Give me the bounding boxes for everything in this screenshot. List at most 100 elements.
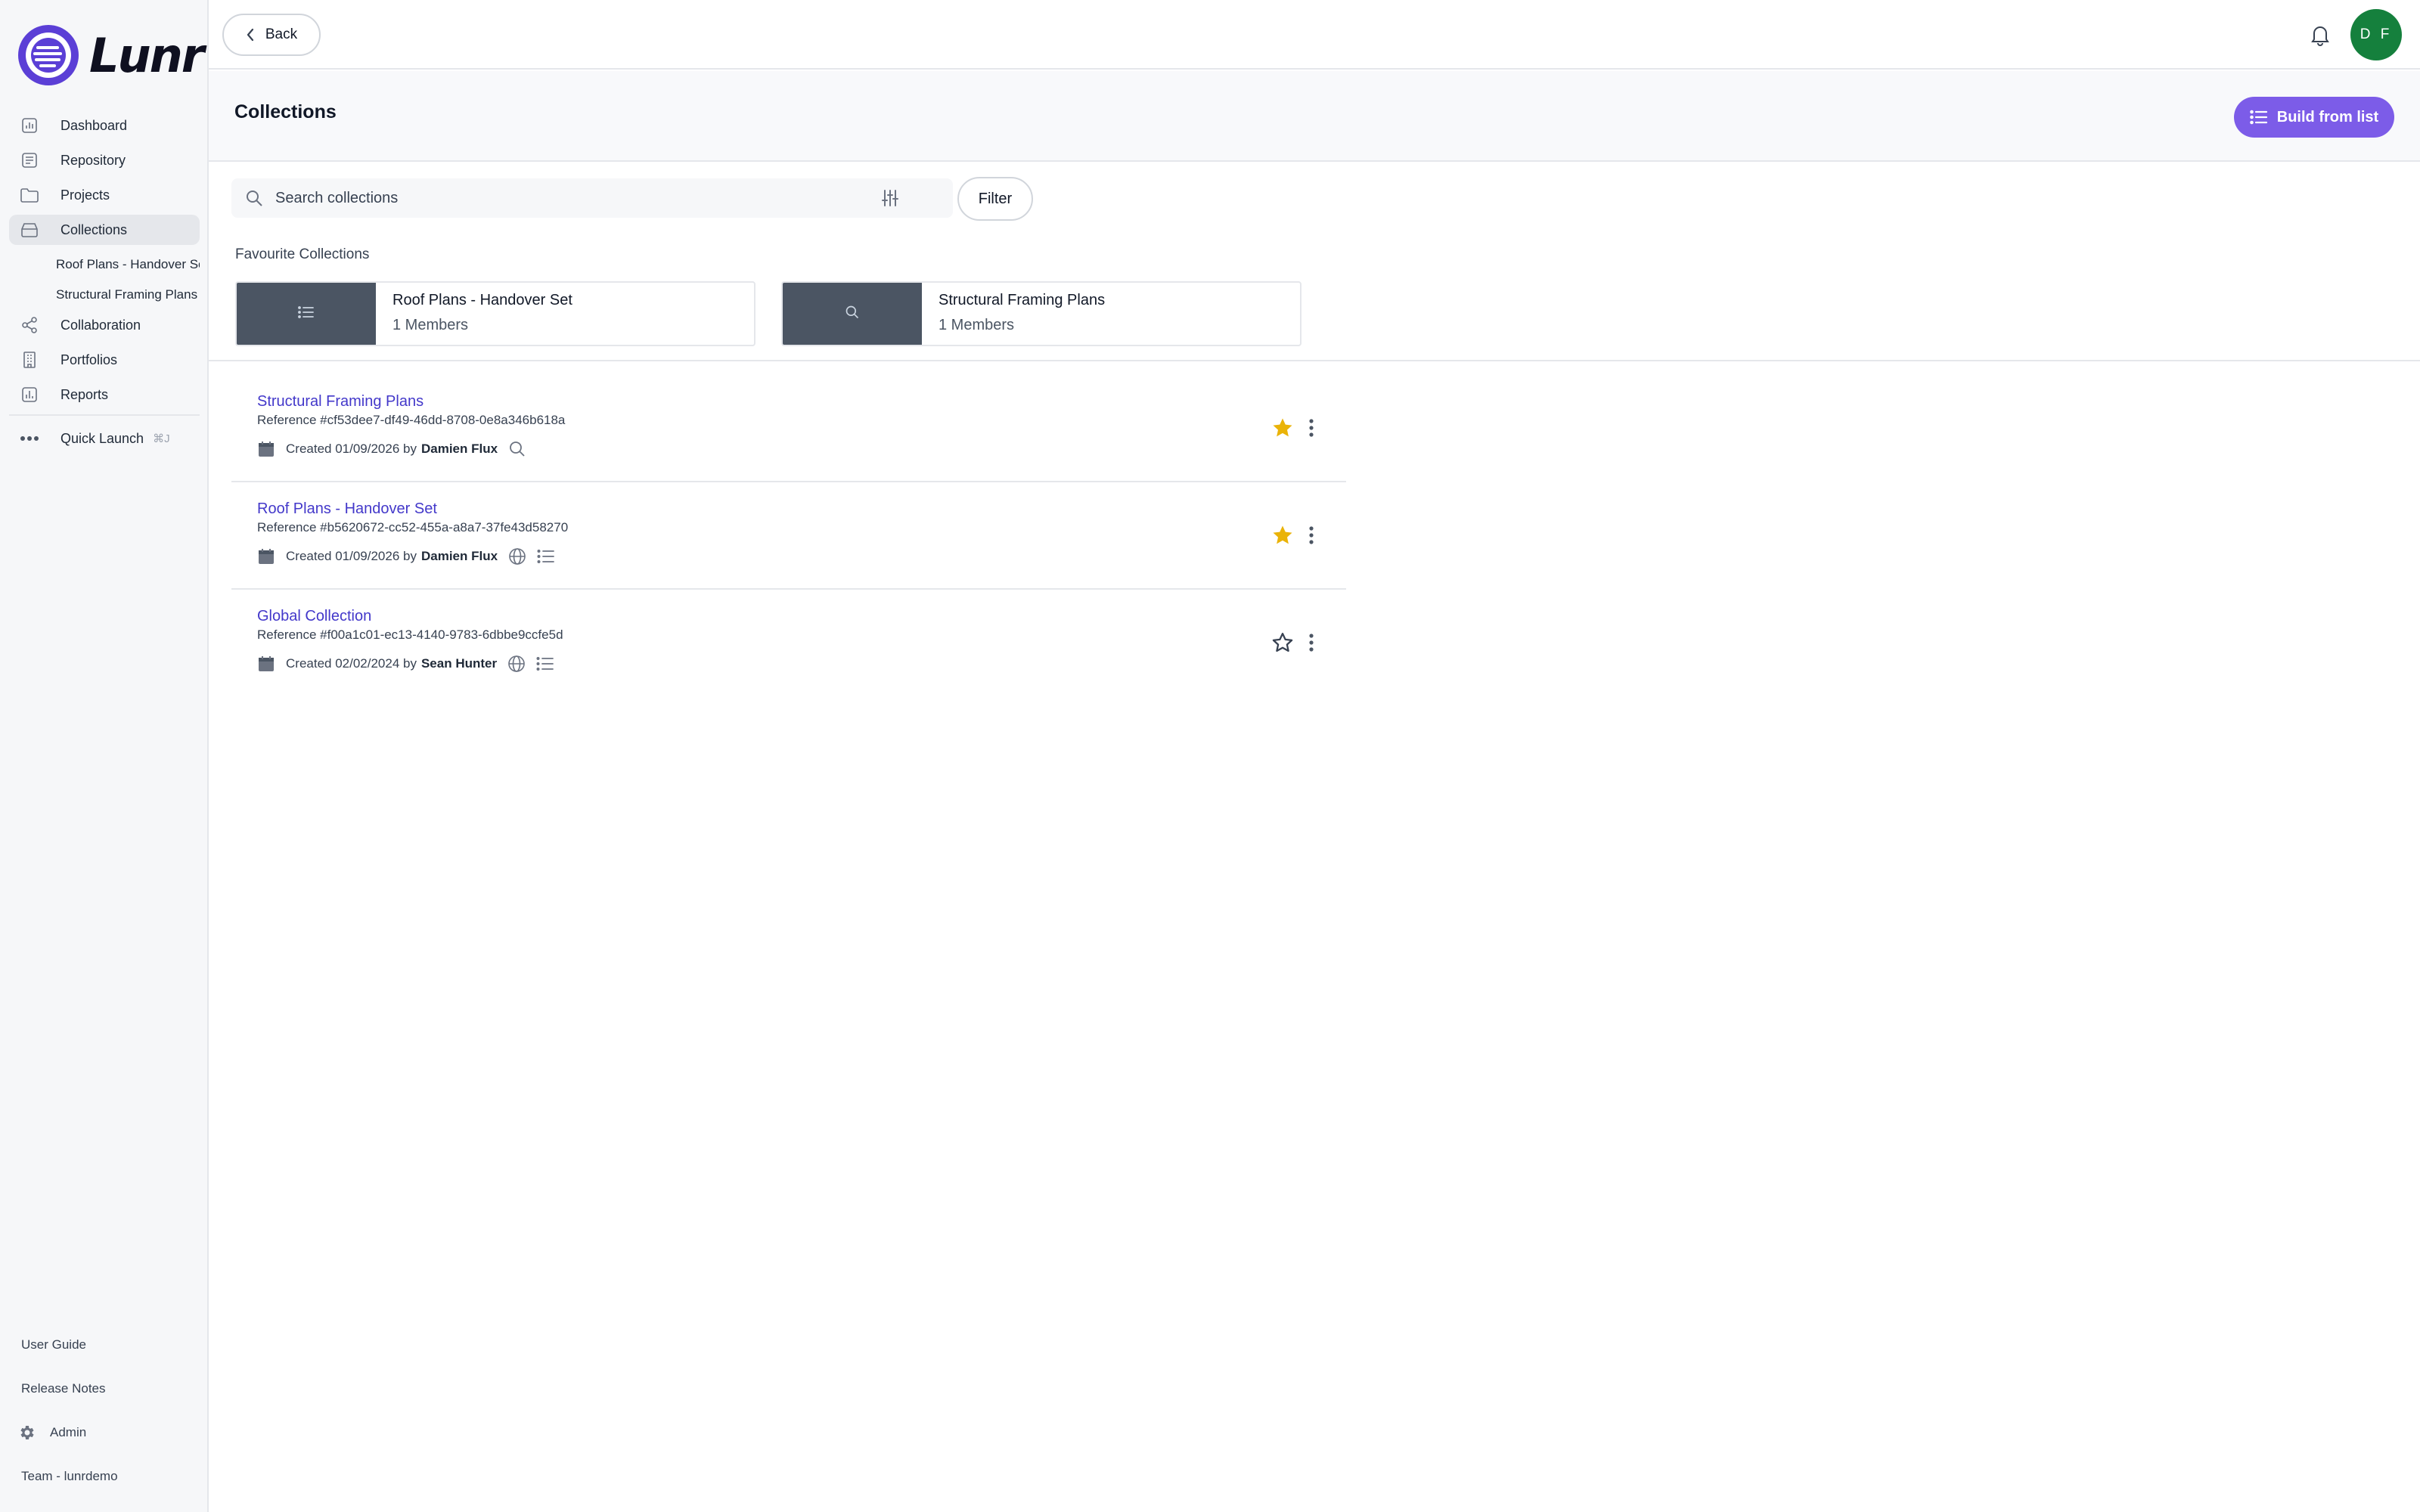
- sidebar-item-label: Reports: [60, 386, 109, 402]
- collection-meta: Created 02/02/2024 by Sean Hunter: [257, 650, 554, 677]
- search-input[interactable]: [275, 189, 850, 207]
- sidebar-item-collaboration[interactable]: Collaboration: [9, 310, 200, 340]
- back-label: Back: [265, 26, 298, 42]
- author-name: Damien Flux: [420, 442, 498, 456]
- avatar[interactable]: D F: [2350, 9, 2402, 60]
- user-guide-link[interactable]: User Guide: [21, 1323, 195, 1367]
- sidebar-item-label: Projects: [60, 187, 110, 203]
- share-icon: [20, 315, 39, 335]
- more-options-icon[interactable]: [1298, 522, 1325, 549]
- favourite-thumbnail: [237, 283, 376, 345]
- created-text: Created 01/09/2026 by: [286, 442, 417, 456]
- lunr-logo-icon: [18, 25, 79, 85]
- dots-grid-icon: [20, 429, 39, 448]
- favourite-collections-heading: Favourite Collections: [235, 246, 370, 262]
- collection-title-link[interactable]: Global Collection: [257, 608, 371, 625]
- back-button[interactable]: Back: [222, 14, 321, 56]
- sidebar-bottom: User Guide Release Notes Admin Team - lu…: [18, 1323, 195, 1498]
- list-item: Global Collection Reference #f00a1c01-ec…: [231, 590, 1346, 697]
- sidebar-item-projects[interactable]: Projects: [9, 180, 200, 210]
- sidebar-nav: Dashboard Repository Projects Collection…: [9, 110, 200, 458]
- list-icon: [298, 305, 315, 323]
- team-switcher[interactable]: Team - lunrdemo: [21, 1455, 195, 1498]
- list-item: Roof Plans - Handover Set Reference #b56…: [231, 482, 1346, 590]
- favourite-card[interactable]: Structural Framing Plans 1 Members: [781, 281, 1302, 346]
- sidebar-item-label: Collections: [60, 222, 128, 237]
- folder-icon: [20, 185, 39, 205]
- collection-reference: Reference #f00a1c01-ec13-4140-9783-6dbbe…: [257, 627, 563, 642]
- calendar-icon: [257, 547, 275, 565]
- collection-meta: Created 01/09/2026 by Damien Flux: [257, 543, 555, 570]
- collection-reference: Reference #cf53dee7-df49-46dd-8708-0e8a3…: [257, 413, 566, 427]
- calendar-icon: [257, 440, 275, 458]
- collection-meta: Created 01/09/2026 by Damien Flux: [257, 435, 526, 463]
- sidebar-divider: [9, 414, 200, 416]
- release-notes-link[interactable]: Release Notes: [21, 1367, 195, 1411]
- sidebar-item-dashboard[interactable]: Dashboard: [9, 110, 200, 141]
- sidebar-item-portfolios[interactable]: Portfolios: [9, 345, 200, 375]
- report-icon: [20, 385, 39, 404]
- build-from-list-button[interactable]: Build from list: [2234, 97, 2394, 138]
- search-bar: [231, 178, 953, 218]
- collection-title-link[interactable]: Roof Plans - Handover Set: [257, 500, 437, 518]
- search-icon: [845, 305, 860, 324]
- build-from-list-label: Build from list: [2276, 108, 2379, 125]
- sidebar-subitem-roof-plans[interactable]: Roof Plans - Handover Set: [9, 249, 200, 280]
- gear-icon: [18, 1423, 38, 1442]
- favourite-name: Structural Framing Plans: [939, 292, 1106, 308]
- favourite-name: Roof Plans - Handover Set: [392, 292, 572, 308]
- sidebar-item-label: Repository: [60, 152, 126, 168]
- chart-icon: [20, 116, 39, 135]
- favourite-members: 1 Members: [939, 317, 1015, 333]
- sidebar-item-repository[interactable]: Repository: [9, 145, 200, 175]
- page-title: Collections: [234, 101, 337, 122]
- sidebar-item-collections[interactable]: Collections: [9, 215, 200, 245]
- star-filled-icon[interactable]: [1269, 522, 1296, 549]
- globe-icon: [507, 655, 526, 673]
- sidebar-item-label: Portfolios: [60, 352, 118, 367]
- building-icon: [20, 350, 39, 370]
- collections-list: Structural Framing Plans Reference #cf53…: [231, 375, 1346, 697]
- list-item: Structural Framing Plans Reference #cf53…: [231, 375, 1346, 482]
- page-header: Collections Build from list: [209, 71, 2420, 162]
- list-icon: [537, 549, 555, 564]
- more-options-icon[interactable]: [1298, 629, 1325, 656]
- sidebar-item-reports[interactable]: Reports: [9, 380, 200, 410]
- chevron-left-icon: [246, 28, 255, 42]
- favourite-info: Structural Framing Plans 1 Members: [922, 283, 1105, 345]
- star-filled-icon[interactable]: [1269, 414, 1296, 442]
- brand-name: Lunr: [89, 27, 204, 83]
- favourite-members: 1 Members: [392, 317, 469, 333]
- created-text: Created 02/02/2024 by: [286, 656, 417, 671]
- list-icon: [2249, 110, 2268, 125]
- topbar: Back D F: [209, 0, 2420, 70]
- search-icon: [245, 189, 263, 207]
- admin-link[interactable]: Admin: [18, 1411, 195, 1455]
- bell-icon[interactable]: [2305, 20, 2335, 50]
- section-divider: [209, 360, 2420, 361]
- author-name: Damien Flux: [420, 549, 498, 563]
- created-text: Created 01/09/2026 by: [286, 549, 417, 563]
- quick-launch-button[interactable]: Quick Launch ⌘J: [9, 423, 200, 454]
- sliders-icon[interactable]: [880, 188, 900, 208]
- favourite-card[interactable]: Roof Plans - Handover Set 1 Members: [235, 281, 755, 346]
- collection-reference: Reference #b5620672-cc52-455a-a8a7-37fe4…: [257, 520, 569, 534]
- star-outline-icon[interactable]: [1269, 629, 1296, 656]
- search-icon: [508, 440, 526, 458]
- more-options-icon[interactable]: [1298, 414, 1325, 442]
- collection-title-link[interactable]: Structural Framing Plans: [257, 393, 424, 411]
- collections-icon: [20, 220, 39, 240]
- sidebar-item-label: Collaboration: [60, 317, 141, 333]
- sidebar-item-label: Dashboard: [60, 117, 128, 133]
- favourite-info: Roof Plans - Handover Set 1 Members: [376, 283, 572, 345]
- filter-button[interactable]: Filter: [957, 177, 1033, 221]
- quick-launch-label: Quick Launch: [60, 430, 144, 446]
- author-name: Sean Hunter: [420, 656, 498, 671]
- list-icon: [536, 656, 554, 671]
- calendar-icon: [257, 655, 275, 673]
- repository-icon: [20, 150, 39, 170]
- sidebar-subitem-structural-framing[interactable]: Structural Framing Plans: [9, 280, 200, 310]
- logo[interactable]: Lunr: [17, 23, 204, 88]
- globe-icon: [508, 547, 526, 565]
- sidebar: Lunr Dashboard Repository Projects Colle…: [0, 0, 209, 1512]
